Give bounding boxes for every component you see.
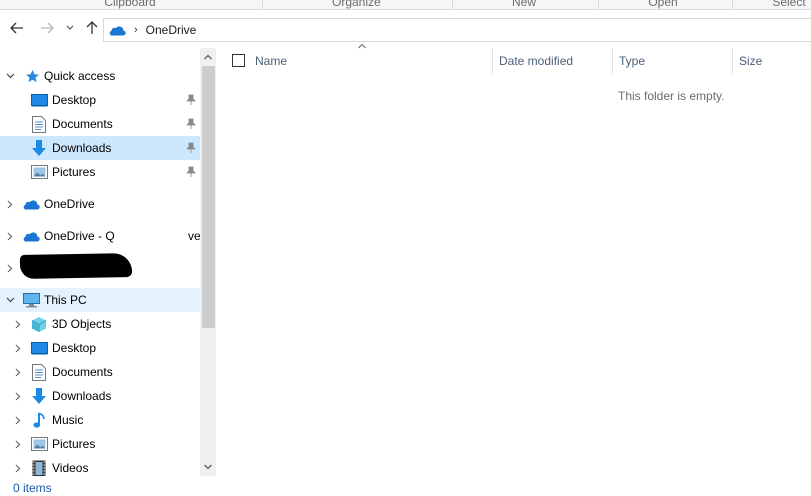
pin-icon	[186, 142, 196, 153]
desktop-icon	[30, 91, 48, 109]
nav-pc-documents[interactable]: Documents	[0, 360, 200, 384]
nav-pc-pictures[interactable]: Pictures	[0, 432, 200, 456]
column-header-type-label: Type	[619, 54, 646, 68]
download-arrow-icon	[30, 387, 48, 405]
chevron-right-icon[interactable]	[5, 263, 15, 273]
back-button[interactable]	[8, 19, 26, 37]
nav-onedrive-q-label: OneDrive - Q	[44, 229, 115, 243]
desktop-icon	[30, 339, 48, 357]
download-arrow-icon	[30, 139, 48, 157]
status-bar: 0 items	[0, 476, 811, 496]
up-button[interactable]	[83, 19, 101, 37]
nav-pc-downloads[interactable]: Downloads	[0, 384, 200, 408]
item-count: 0 items	[13, 481, 52, 495]
nav-pc-desktop-label: Desktop	[52, 341, 97, 355]
nav-pane-scrollbar[interactable]	[200, 48, 216, 476]
column-header-name[interactable]: Name	[255, 48, 491, 74]
nav-pc-pictures-label: Pictures	[52, 437, 96, 451]
pin-icon	[186, 166, 196, 177]
empty-folder-message: This folder is empty.	[618, 89, 725, 103]
chevron-right-icon[interactable]	[5, 231, 15, 241]
nav-qa-desktop-label: Desktop	[52, 93, 97, 107]
chevron-right-icon[interactable]	[13, 463, 23, 473]
onedrive-cloud-icon	[22, 195, 40, 213]
pin-icon	[186, 94, 196, 105]
chevron-right-icon[interactable]	[13, 319, 23, 329]
nav-qa-downloads[interactable]: Downloads	[0, 136, 200, 160]
address-bar[interactable]: › OneDrive	[103, 18, 811, 42]
film-strip-icon	[30, 459, 48, 476]
nav-qa-desktop[interactable]: Desktop	[0, 88, 200, 112]
ribbon-group-select: Select	[772, 0, 806, 9]
nav-this-pc[interactable]: This PC	[0, 288, 200, 312]
documents-icon	[30, 363, 48, 381]
column-header-date-modified-label: Date modified	[499, 54, 574, 68]
chevron-down-icon[interactable]	[5, 295, 15, 305]
nav-pc-music[interactable]: Music	[0, 408, 200, 432]
forward-button[interactable]	[38, 19, 56, 37]
column-header-name-label: Name	[255, 54, 288, 68]
column-header-date-modified[interactable]: Date modified	[499, 48, 611, 74]
column-header-size-label: Size	[739, 54, 763, 68]
star-icon	[23, 67, 41, 85]
recent-locations-button[interactable]	[63, 19, 77, 37]
scroll-down-arrow-icon[interactable]	[203, 462, 213, 472]
scroll-up-arrow-icon[interactable]	[203, 52, 213, 62]
ribbon-group-clipboard: Clipboard	[104, 0, 156, 9]
chevron-right-icon[interactable]	[13, 391, 23, 401]
nav-pc-videos-label: Videos	[52, 461, 89, 475]
nav-quick-access[interactable]: Quick access	[0, 64, 200, 88]
cube-3d-icon	[30, 315, 48, 333]
nav-qa-documents[interactable]: Documents	[0, 112, 200, 136]
nav-pc-downloads-label: Downloads	[52, 389, 112, 403]
nav-onedrive-label: OneDrive	[44, 197, 95, 211]
pictures-icon	[30, 435, 48, 453]
column-header-type[interactable]: Type	[619, 48, 731, 74]
breadcrumb-onedrive[interactable]: OneDrive	[146, 23, 197, 37]
up-arrow-icon	[86, 21, 98, 34]
pictures-icon	[30, 163, 48, 181]
chevron-down-icon[interactable]	[5, 71, 15, 81]
nav-quick-access-label: Quick access	[44, 69, 116, 83]
chevron-right-icon[interactable]	[13, 343, 23, 353]
nav-qa-pictures[interactable]: Pictures	[0, 160, 200, 184]
onedrive-cloud-icon	[109, 25, 126, 36]
navigation-bar: › OneDrive	[0, 10, 811, 48]
select-all-checkbox[interactable]	[232, 54, 245, 67]
chevron-right-icon[interactable]	[13, 439, 23, 449]
music-note-icon	[30, 411, 48, 429]
redaction-mark	[19, 253, 133, 279]
computer-icon	[22, 291, 40, 309]
ribbon-group-new: New	[512, 0, 537, 9]
onedrive-cloud-icon	[22, 227, 40, 245]
column-header-size[interactable]: Size	[739, 48, 809, 74]
nav-pc-documents-label: Documents	[52, 365, 113, 379]
nav-this-pc-label: This PC	[44, 293, 87, 307]
breadcrumb-chevron-icon[interactable]: ›	[134, 24, 138, 36]
chevron-right-icon[interactable]	[13, 415, 23, 425]
forward-arrow-icon	[41, 22, 54, 34]
nav-qa-documents-label: Documents	[52, 117, 113, 131]
nav-pc-3d-objects[interactable]: 3D Objects	[0, 312, 200, 336]
nav-pc-videos[interactable]: Videos	[0, 456, 200, 476]
nav-onedrive-q-suffix: ve	[188, 229, 200, 243]
ribbon-group-labels: Clipboard Organize New Open Select	[0, 0, 811, 10]
chevron-down-icon	[66, 25, 74, 30]
back-arrow-icon	[10, 22, 23, 34]
nav-onedrive-q[interactable]: OneDrive - Q ve	[0, 224, 200, 248]
nav-qa-downloads-label: Downloads	[52, 141, 112, 155]
chevron-right-icon[interactable]	[5, 199, 15, 209]
nav-pc-music-label: Music	[52, 413, 84, 427]
nav-pc-3d-objects-label: 3D Objects	[52, 317, 112, 331]
scrollbar-thumb[interactable]	[202, 66, 215, 328]
nav-onedrive[interactable]: OneDrive	[0, 192, 200, 216]
ribbon-group-organize: Organize	[332, 0, 381, 9]
nav-pc-desktop[interactable]: Desktop	[0, 336, 200, 360]
ribbon-group-open: Open	[648, 0, 678, 9]
nav-qa-pictures-label: Pictures	[52, 165, 96, 179]
pin-icon	[186, 118, 196, 129]
chevron-right-icon[interactable]	[13, 367, 23, 377]
column-header-row: Name Date modified Type Size	[216, 43, 811, 74]
documents-icon	[30, 115, 48, 133]
